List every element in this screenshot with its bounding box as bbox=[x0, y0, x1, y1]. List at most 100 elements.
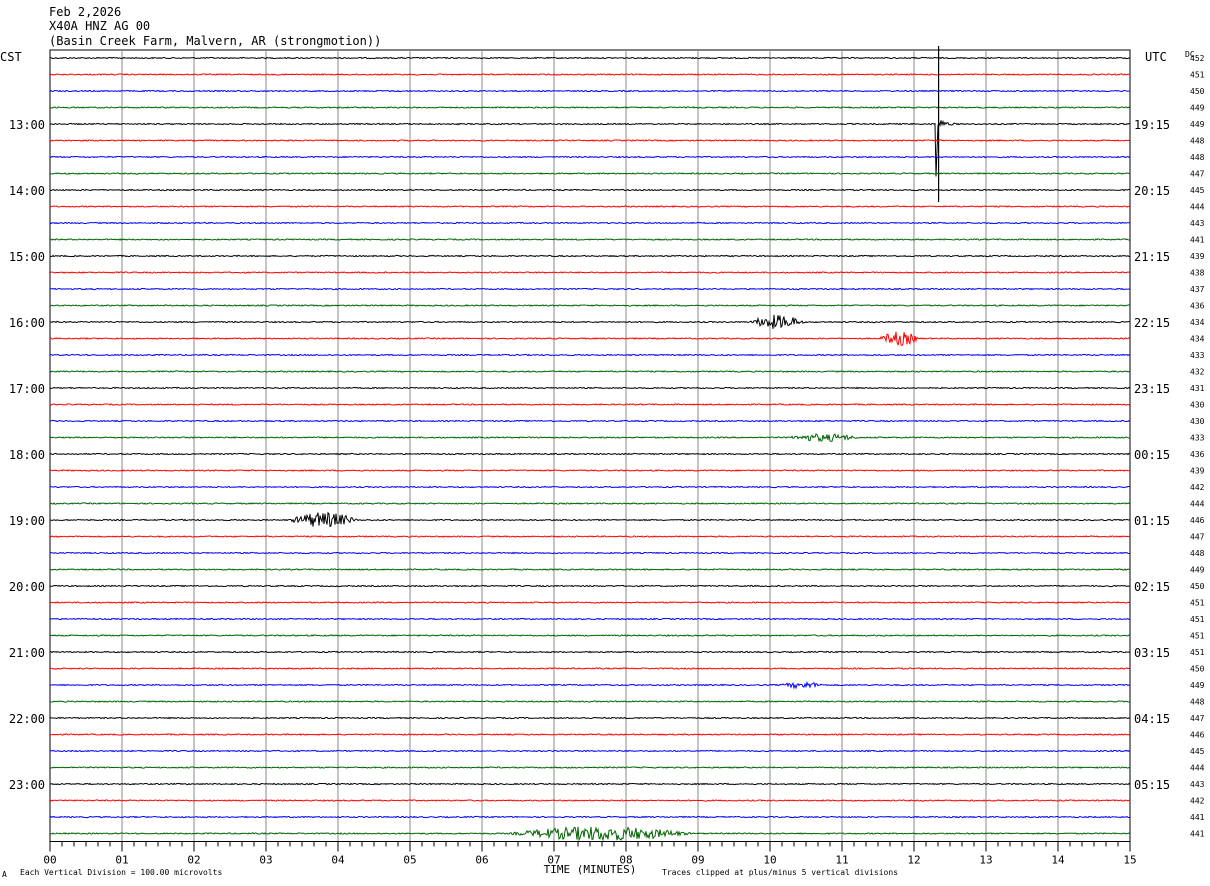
utc-label: 19:15 bbox=[1134, 118, 1170, 132]
trace-line bbox=[49, 551, 1131, 555]
trace-line bbox=[49, 172, 1131, 175]
dc-value: 438 bbox=[1190, 269, 1205, 278]
utc-label: 20:15 bbox=[1134, 184, 1170, 198]
dc-value: 437 bbox=[1190, 285, 1205, 294]
trace-line bbox=[49, 287, 1131, 291]
utc-label: 21:15 bbox=[1134, 250, 1170, 264]
dc-value: 434 bbox=[1190, 318, 1205, 327]
utc-label: 22:15 bbox=[1134, 316, 1170, 330]
dc-value: 430 bbox=[1190, 401, 1205, 410]
utc-label: 03:15 bbox=[1134, 646, 1170, 660]
trace-line bbox=[49, 155, 1131, 159]
trace-line bbox=[49, 419, 1131, 423]
dc-value: 434 bbox=[1190, 335, 1205, 344]
trace-line bbox=[49, 766, 1131, 769]
trace-line bbox=[49, 815, 1131, 819]
dc-value: 448 bbox=[1190, 549, 1205, 558]
x-tick-label: 04 bbox=[331, 854, 345, 867]
dc-value: 446 bbox=[1190, 731, 1205, 740]
dc-value: 442 bbox=[1190, 483, 1205, 492]
trace-line bbox=[49, 331, 1131, 347]
trace-line bbox=[49, 205, 1131, 208]
dc-value: 451 bbox=[1190, 615, 1205, 624]
scale-note: Each Vertical Division = 100.00 microvol… bbox=[20, 868, 222, 877]
header-location: (Basin Creek Farm, Malvern, AR (strongmo… bbox=[49, 34, 381, 48]
clip-note: Traces clipped at plus/minus 5 vertical … bbox=[662, 868, 898, 877]
dc-value: 449 bbox=[1190, 681, 1205, 690]
cst-label: 23:00 bbox=[9, 778, 45, 792]
header-date: Feb 2,2026 bbox=[49, 5, 121, 19]
dc-value: 447 bbox=[1190, 170, 1205, 179]
dc-value: 431 bbox=[1190, 384, 1205, 393]
utc-label: 05:15 bbox=[1134, 778, 1170, 792]
dc-value: 444 bbox=[1190, 500, 1205, 509]
header-station: X40A HNZ AG 00 bbox=[49, 19, 150, 33]
dc-value: 441 bbox=[1190, 813, 1205, 822]
dc-value: 433 bbox=[1190, 351, 1205, 360]
helicorder-chart: Feb 2,2026 X40A HNZ AG 00 (Basin Creek F… bbox=[0, 5, 1205, 879]
right-axis-title: UTC bbox=[1145, 50, 1167, 64]
dc-value: 449 bbox=[1190, 120, 1205, 129]
dc-value-labels: 452 451 450 449 449 448 448 447 445 444 443 441 439 4… bbox=[1190, 54, 1205, 839]
dc-value: 450 bbox=[1190, 87, 1205, 96]
trace-line bbox=[49, 749, 1131, 753]
trace-line bbox=[49, 485, 1131, 489]
trace-line bbox=[49, 386, 1131, 390]
cst-time-labels: 13:00 14:00 15:00 16:00 17:00 18:00 19:00 20:00… bbox=[9, 118, 45, 792]
utc-label: 00:15 bbox=[1134, 448, 1170, 462]
trace-line bbox=[49, 271, 1131, 274]
left-axis-title: CST bbox=[0, 50, 22, 64]
dc-value: 443 bbox=[1190, 780, 1205, 789]
trace-group bbox=[49, 46, 1131, 842]
dc-value: 451 bbox=[1190, 599, 1205, 608]
trace-line bbox=[49, 73, 1131, 76]
cst-label: 19:00 bbox=[9, 514, 45, 528]
trace-line bbox=[49, 221, 1131, 225]
trace-line bbox=[49, 667, 1131, 670]
trace-line bbox=[49, 601, 1131, 604]
cst-label: 14:00 bbox=[9, 184, 45, 198]
trace-line bbox=[49, 188, 1131, 192]
trace-line bbox=[49, 314, 1131, 329]
x-tick-label: 05 bbox=[403, 854, 416, 867]
plot-grid bbox=[49, 49, 1131, 842]
trace-line bbox=[49, 650, 1131, 654]
cst-label: 21:00 bbox=[9, 646, 45, 660]
trace-line bbox=[49, 535, 1131, 538]
utc-time-labels: 19:15 20:15 21:15 22:15 23:15 00:15 01:15 02:15… bbox=[1134, 118, 1170, 792]
cst-label: 16:00 bbox=[9, 316, 45, 330]
dc-value: 450 bbox=[1190, 665, 1205, 674]
trace-line bbox=[49, 119, 1131, 177]
trace-line bbox=[49, 452, 1131, 456]
x-tick-label: 03 bbox=[259, 854, 272, 867]
dc-value: 436 bbox=[1190, 450, 1205, 459]
trace-line bbox=[49, 716, 1131, 720]
dc-value: 439 bbox=[1190, 252, 1205, 261]
dc-value: 447 bbox=[1190, 533, 1205, 542]
cst-label: 18:00 bbox=[9, 448, 45, 462]
trace-line bbox=[49, 370, 1131, 373]
dc-value: 444 bbox=[1190, 764, 1205, 773]
trace-line bbox=[49, 681, 1131, 690]
x-tick-label: 10 bbox=[763, 854, 776, 867]
dc-value: 451 bbox=[1190, 648, 1205, 657]
cst-label: 13:00 bbox=[9, 118, 45, 132]
dc-value: 439 bbox=[1190, 467, 1205, 476]
trace-line bbox=[49, 469, 1131, 472]
utc-label: 02:15 bbox=[1134, 580, 1170, 594]
x-tick-label: 02 bbox=[187, 854, 200, 867]
trace-line bbox=[49, 617, 1131, 621]
trace-line bbox=[49, 433, 1131, 443]
dc-value: 451 bbox=[1190, 71, 1205, 80]
dc-value: 441 bbox=[1190, 236, 1205, 245]
trace-line bbox=[49, 733, 1131, 736]
trace-line bbox=[49, 700, 1131, 703]
dc-value: 448 bbox=[1190, 137, 1205, 146]
trace-line bbox=[49, 568, 1131, 571]
dc-value: 452 bbox=[1190, 54, 1205, 63]
trace-line bbox=[49, 826, 1131, 842]
utc-label: 01:15 bbox=[1134, 514, 1170, 528]
trace-line bbox=[49, 782, 1131, 786]
x-tick-label: 15 bbox=[1123, 854, 1136, 867]
trace-line bbox=[49, 106, 1131, 109]
